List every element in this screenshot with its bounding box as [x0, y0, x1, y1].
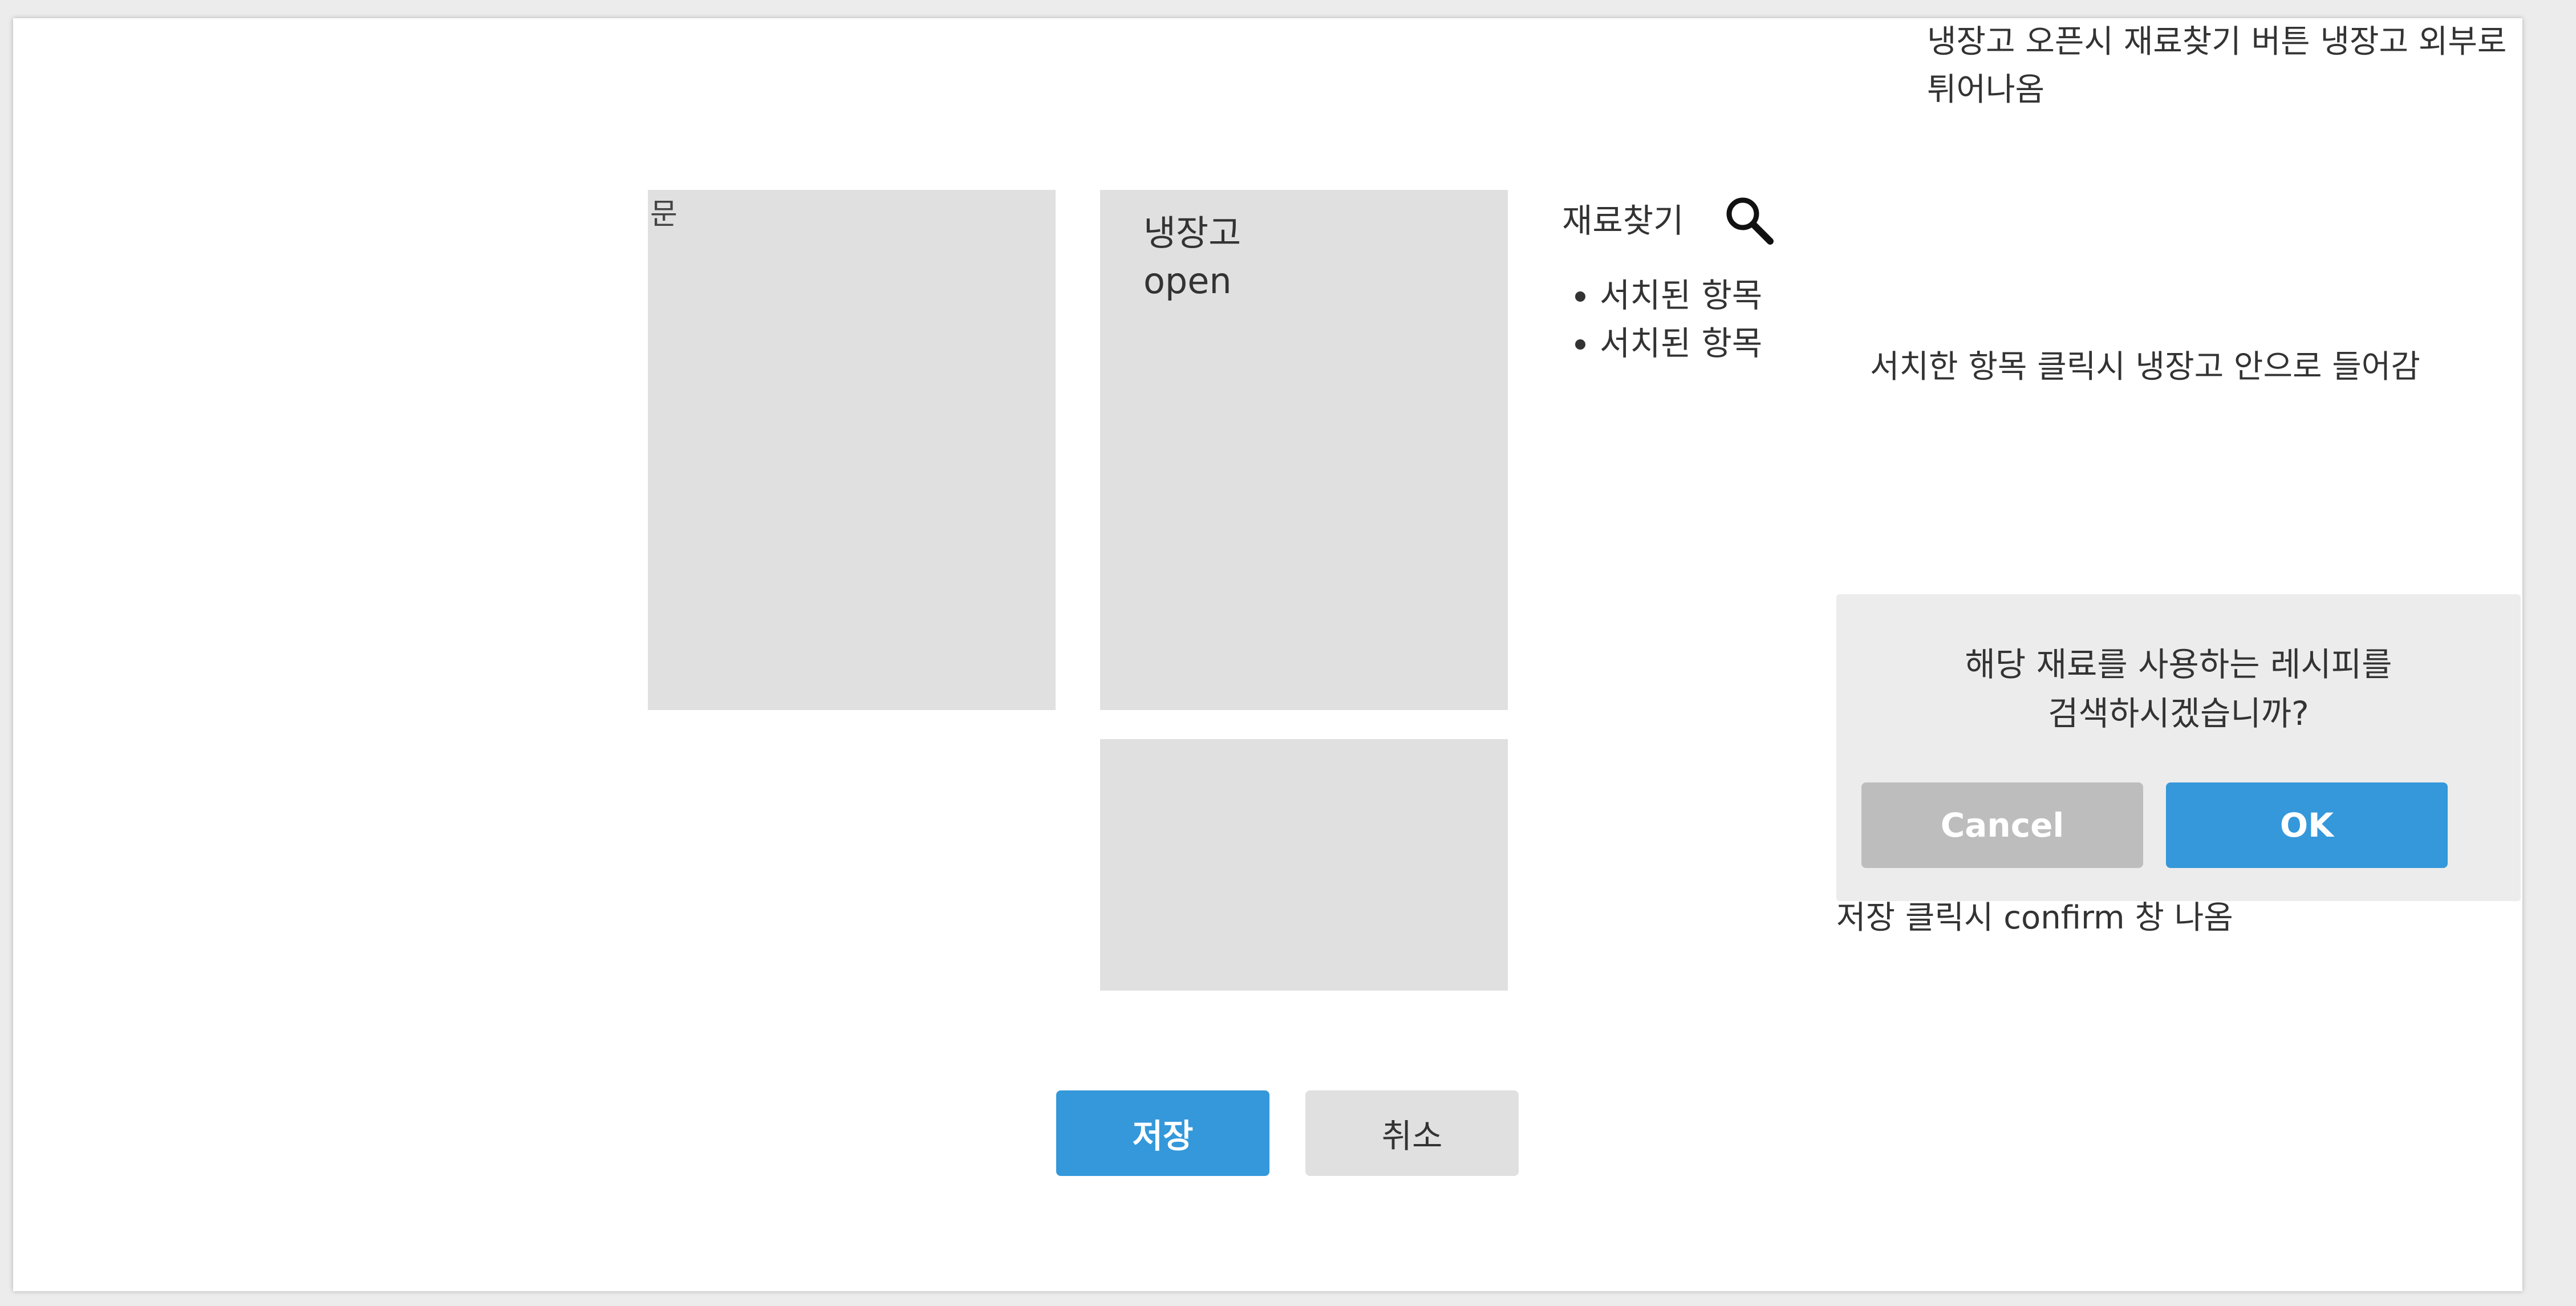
dialog-message: 해당 재료를 사용하는 레시피를 검색하시겠습니까? — [1836, 640, 2521, 738]
save-button[interactable]: 저장 — [1056, 1090, 1269, 1176]
dialog-ok-button[interactable]: OK — [2166, 782, 2448, 868]
wireframe-canvas: 냉장고 오픈시 재료찾기 버튼 냉장고 외부로 튀어나옴 문 냉장고 open … — [13, 18, 2522, 1291]
fridge-main-panel[interactable]: 냉장고 open — [1100, 190, 1508, 710]
fridge-label-line: open — [1143, 260, 1232, 302]
annotation-line: 냉장고 오픈시 재료찾기 버튼 냉장고 외부로 — [1927, 23, 2507, 60]
annotation-save-confirm: 저장 클릭시 confirm 창 나옴 — [1836, 899, 2233, 936]
door-label: 문 — [650, 197, 678, 232]
ingredient-search-button[interactable]: 재료찾기 — [1562, 189, 1790, 252]
annotation-search-button-popout: 냉장고 오픈시 재료찾기 버튼 냉장고 외부로 튀어나옴 — [1927, 18, 2520, 114]
cancel-button[interactable]: 취소 — [1305, 1090, 1519, 1176]
annotation-search-click: 서치한 항목 클릭시 냉장고 안으로 들어감 — [1870, 348, 2420, 386]
search-label: 재료찾기 — [1562, 201, 1684, 240]
search-result-item[interactable]: 서치된 항목 — [1600, 271, 1839, 319]
fridge-label: 냉장고 open — [1143, 209, 1241, 305]
search-result-item[interactable]: 서치된 항목 — [1600, 319, 1839, 367]
search-results-list: 서치된 항목 서치된 항목 — [1562, 271, 1839, 367]
fridge-label-line: 냉장고 — [1143, 212, 1242, 254]
dialog-cancel-button[interactable]: Cancel — [1861, 782, 2143, 868]
dialog-message-line: 해당 재료를 사용하는 레시피를 — [1965, 645, 2392, 684]
fridge-lower-panel[interactable] — [1100, 739, 1508, 991]
annotation-line: 튀어나옴 — [1927, 71, 2045, 108]
search-icon — [1722, 193, 1777, 248]
confirm-dialog: 해당 재료를 사용하는 레시피를 검색하시겠습니까? Cancel OK — [1836, 594, 2521, 901]
dialog-message-line: 검색하시겠습니까? — [2048, 694, 2309, 733]
fridge-door-panel[interactable]: 문 — [648, 190, 1056, 710]
